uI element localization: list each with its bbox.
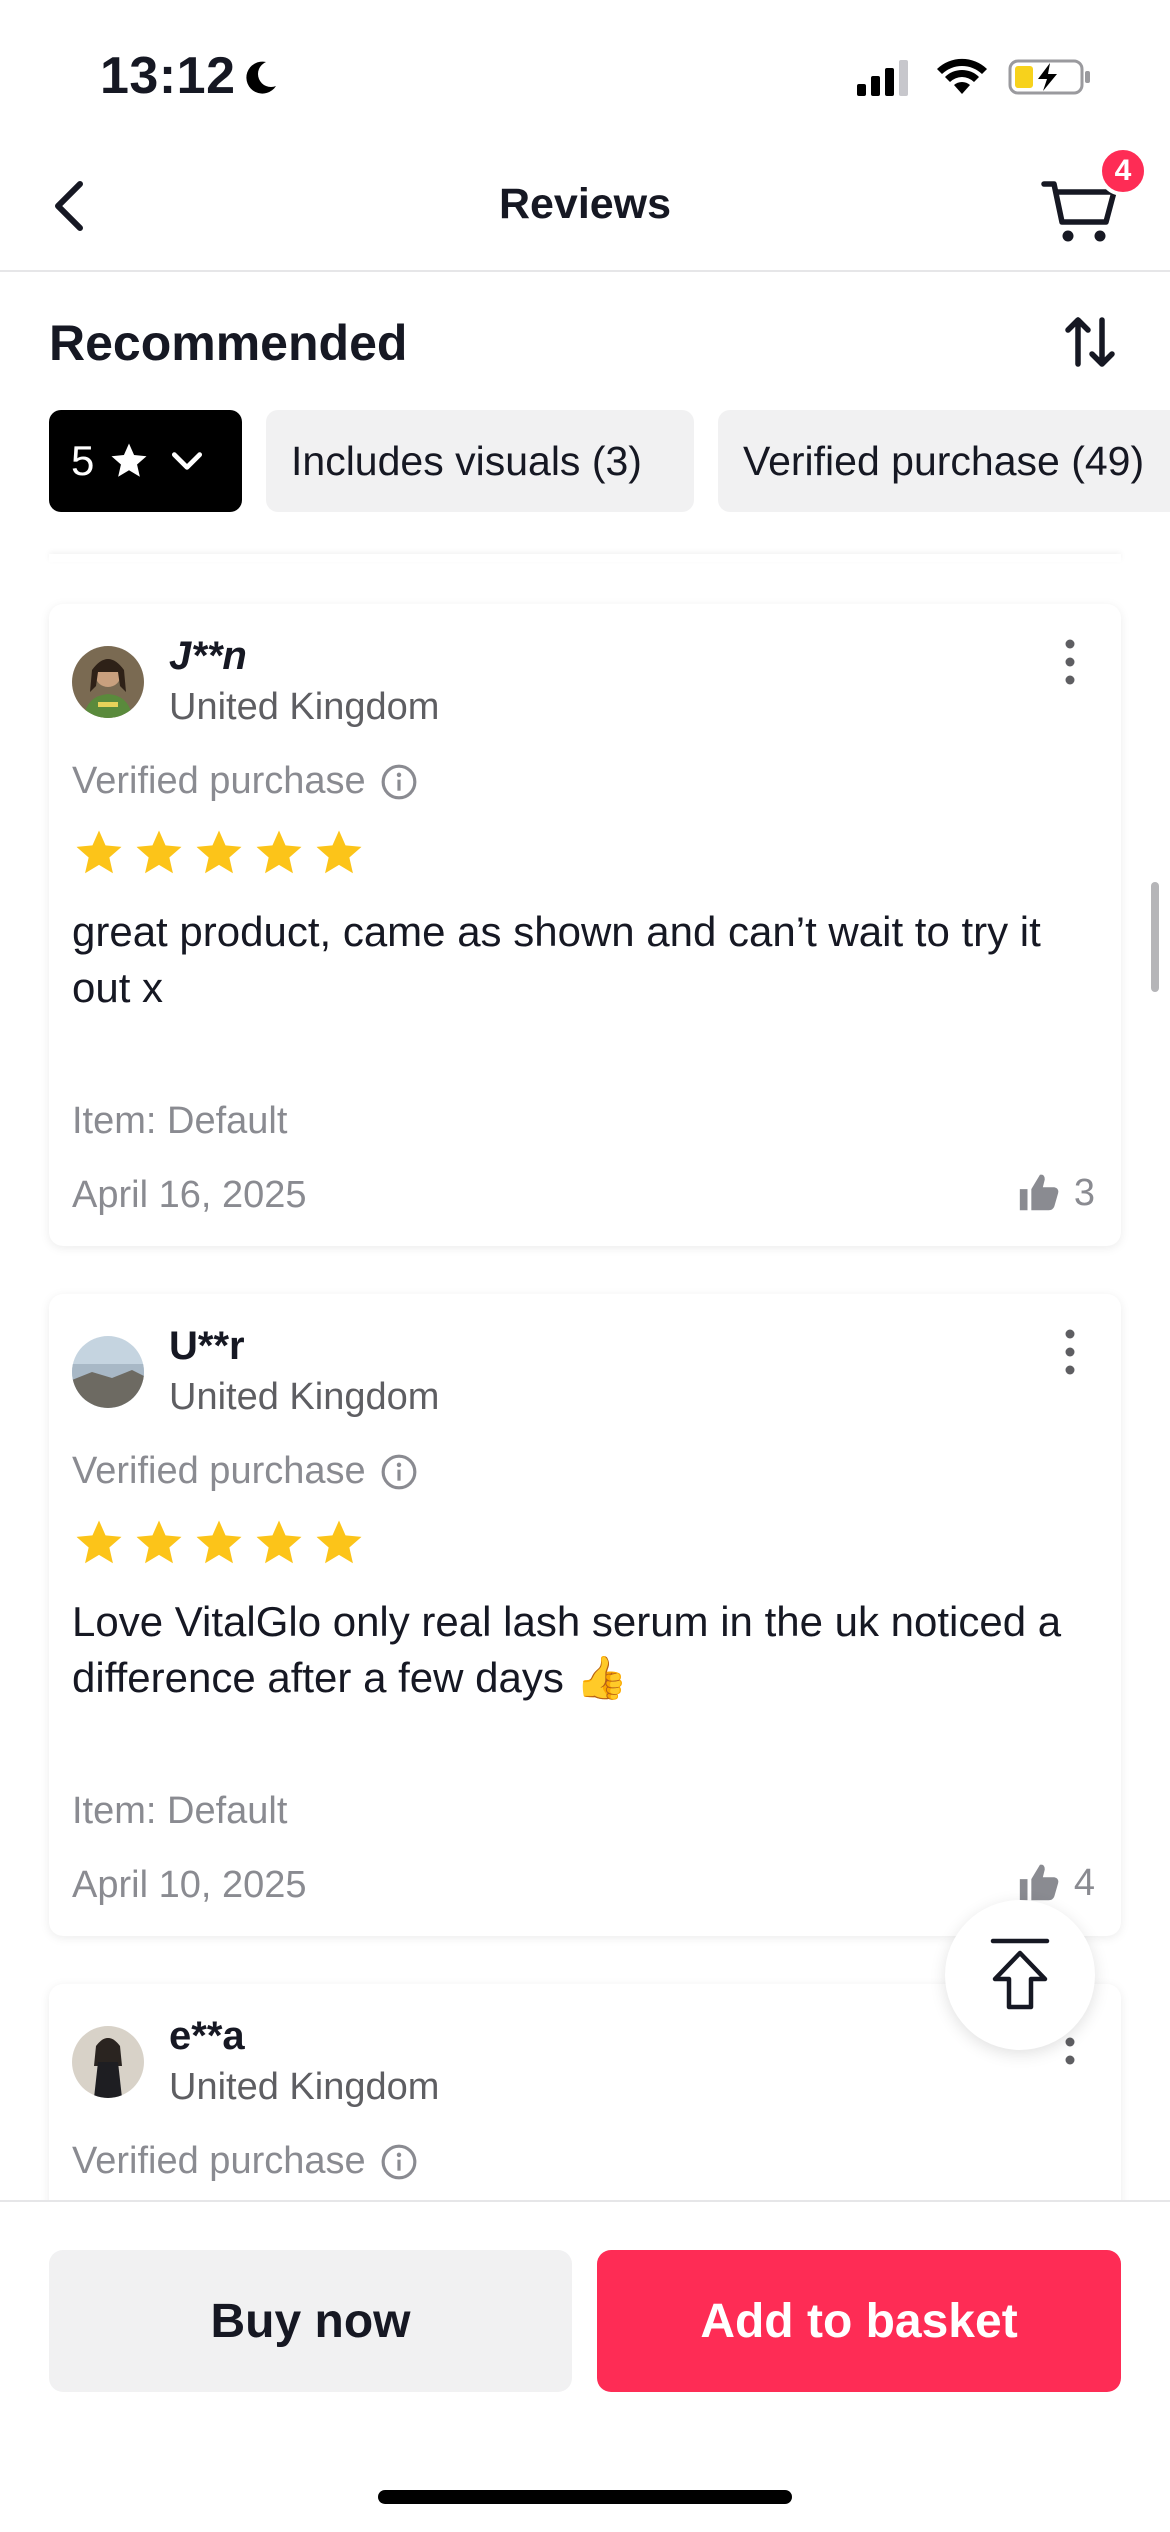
helpful-count: 3 [1073, 1171, 1095, 1214]
thumbs-up-icon [1019, 1174, 1059, 1211]
info-icon[interactable] [380, 2143, 418, 2181]
reviewer-location: United Kingdom [169, 1376, 440, 1418]
add-to-basket-button[interactable]: Add to basket [597, 2250, 1121, 2392]
review-text: Love VitalGlo only real lash serum in th… [72, 1598, 1062, 1701]
verified-purchase-text: Verified purchase [72, 760, 366, 802]
scroll-to-top-icon [990, 1938, 1050, 2010]
star-icon [111, 443, 147, 477]
home-indicator [378, 2490, 792, 2504]
filter-chips: 5 Includes visuals (3) Verified purchase… [0, 410, 1170, 514]
reviewer-location: United Kingdom [169, 2066, 440, 2108]
rating-filter-value: 5 [71, 437, 95, 484]
filter-verified-chip[interactable]: Verified purchase (49) [718, 410, 1170, 512]
star-icon [256, 1520, 302, 1564]
page-title: Reviews [498, 180, 672, 228]
avatar[interactable] [72, 2026, 144, 2098]
moon-icon [246, 61, 276, 94]
status-time: 13:12 [100, 47, 236, 105]
scrollbar[interactable] [1151, 882, 1159, 992]
helpful-button[interactable]: 3 [1016, 1170, 1095, 1216]
reviewer-name: e**a [169, 2014, 245, 2058]
bottom-action-bar: Buy now Add to basket [0, 2200, 1170, 2532]
star-icon [76, 830, 122, 874]
helpful-count: 4 [1073, 1861, 1095, 1904]
reviewer-name: J**n [169, 634, 247, 678]
buy-now-button[interactable]: Buy now [49, 2250, 572, 2392]
cart-badge: 4 [1098, 146, 1148, 196]
avatar[interactable] [72, 646, 144, 718]
star-icon [316, 1520, 362, 1564]
status-bar: 13:12 [0, 0, 1170, 150]
star-icon [316, 830, 362, 874]
item-variant: Item: Default [72, 1100, 288, 1142]
star-icon [196, 830, 242, 874]
review-text: great product, came as shown and can’t w… [72, 908, 1041, 1011]
sort-icon[interactable] [1060, 312, 1120, 372]
star-icon [76, 1520, 122, 1564]
verified-purchase-label: Verified purchase [72, 2140, 418, 2183]
verified-purchase-label: Verified purchase [72, 1450, 418, 1493]
avatar[interactable] [72, 1336, 144, 1408]
chevron-down-icon [172, 452, 203, 470]
star-icon [136, 1520, 182, 1564]
review-card: J**n United Kingdom Verified purchase gr… [49, 604, 1121, 1246]
helpful-button[interactable]: 4 [1016, 1860, 1095, 1906]
star-icon [196, 1520, 242, 1564]
scroll-to-top-button[interactable] [945, 1900, 1095, 2050]
verified-purchase-text: Verified purchase [72, 2140, 366, 2182]
review-card: U**r United Kingdom Verified purchase Lo… [49, 1294, 1121, 1936]
filter-visuals-chip[interactable]: Includes visuals (3) [266, 410, 694, 512]
sort-label: Recommended [49, 315, 408, 371]
nav-bar: Reviews 4 [0, 146, 1170, 272]
divider [49, 554, 1121, 562]
more-options-icon[interactable] [1055, 1322, 1085, 1382]
info-icon[interactable] [380, 1453, 418, 1491]
more-options-icon[interactable] [1055, 632, 1085, 692]
reviewer-location: United Kingdom [169, 686, 440, 728]
star-icon [136, 830, 182, 874]
filter-rating-chip[interactable]: 5 [49, 410, 242, 512]
wifi-icon [937, 58, 987, 94]
cellular-signal-icon [857, 60, 908, 96]
rating-stars [72, 1516, 372, 1570]
rating-stars [72, 826, 372, 880]
verified-purchase-label: Verified purchase [72, 760, 418, 803]
review-date: April 16, 2025 [72, 1174, 307, 1216]
battery-charging-icon [1008, 59, 1090, 95]
item-variant: Item: Default [72, 1790, 288, 1832]
info-icon[interactable] [380, 763, 418, 801]
star-icon [256, 830, 302, 874]
reviewer-name: U**r [169, 1324, 245, 1368]
verified-purchase-text: Verified purchase [72, 1450, 366, 1492]
review-date: April 10, 2025 [72, 1864, 307, 1906]
